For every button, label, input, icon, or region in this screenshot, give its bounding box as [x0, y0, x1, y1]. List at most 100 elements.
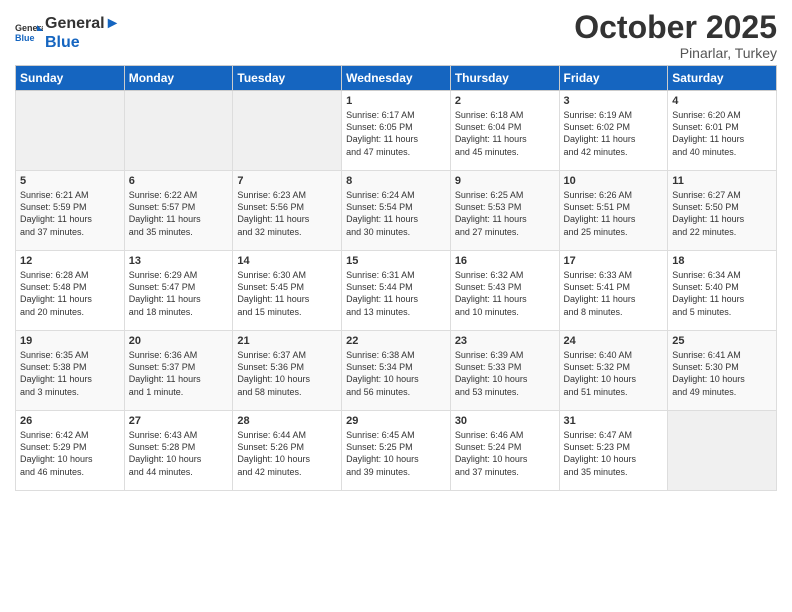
- calendar-cell-2-3: 15Sunrise: 6:31 AM Sunset: 5:44 PM Dayli…: [342, 251, 451, 331]
- calendar-cell-0-2: [233, 91, 342, 171]
- day-info: Sunrise: 6:46 AM Sunset: 5:24 PM Dayligh…: [455, 429, 555, 478]
- calendar-cell-1-1: 6Sunrise: 6:22 AM Sunset: 5:57 PM Daylig…: [124, 171, 233, 251]
- calendar-cell-4-6: [668, 411, 777, 491]
- calendar-cell-3-1: 20Sunrise: 6:36 AM Sunset: 5:37 PM Dayli…: [124, 331, 233, 411]
- calendar-cell-4-1: 27 Sunrise: 6:43 AM Sunset: 5:28 PM Dayli…: [124, 411, 233, 491]
- day-number: 9: [455, 175, 555, 187]
- calendar-cell-4-3: 29 Sunrise: 6:45 AM Sunset: 5:25 PM Dayli…: [342, 411, 451, 491]
- logo-icon: General Blue: [15, 19, 43, 47]
- day-number: 3: [564, 95, 664, 107]
- page-container: General Blue General► Blue October 2025 …: [0, 0, 792, 501]
- day-number: 7: [237, 175, 337, 187]
- svg-text:Blue: Blue: [15, 33, 35, 43]
- day-info: Sunrise: 6:34 AM Sunset: 5:40 PM Dayligh…: [672, 269, 772, 318]
- calendar-cell-0-1: [124, 91, 233, 171]
- day-info: Sunrise: 6:44 AM Sunset: 5:26 PM Dayligh…: [237, 429, 337, 478]
- header: General Blue General► Blue October 2025 …: [15, 10, 777, 61]
- day-info: Sunrise: 6:43 AM Sunset: 5:28 PM Dayligh…: [129, 429, 229, 478]
- day-number: 31: [564, 415, 664, 427]
- calendar-cell-4-5: 31 Sunrise: 6:47 AM Sunset: 5:23 PM Dayli…: [559, 411, 668, 491]
- day-number: 19: [20, 335, 120, 347]
- calendar-cell-1-0: 5Sunrise: 6:21 AM Sunset: 5:59 PM Daylig…: [16, 171, 125, 251]
- calendar-cell-1-6: 11 Sunrise: 6:27 AM Sunset: 5:50 PM Dayli…: [668, 171, 777, 251]
- logo-blue: ►: [105, 15, 121, 32]
- calendar-cell-4-0: 26 Sunrise: 6:42 AM Sunset: 5:29 PM Dayli…: [16, 411, 125, 491]
- day-number: 12: [20, 255, 120, 267]
- calendar-cell-1-2: 7 Sunrise: 6:23 AM Sunset: 5:56 PM Daylig…: [233, 171, 342, 251]
- col-tuesday: Tuesday: [233, 66, 342, 91]
- calendar-cell-0-3: 1Sunrise: 6:17 AM Sunset: 6:05 PM Daylig…: [342, 91, 451, 171]
- calendar-cell-1-5: 10 Sunrise: 6:26 AM Sunset: 5:51 PM Dayli…: [559, 171, 668, 251]
- day-info: Sunrise: 6:24 AM Sunset: 5:54 PM Dayligh…: [346, 189, 446, 238]
- calendar-header-row: Sunday Monday Tuesday Wednesday Thursday…: [16, 66, 777, 91]
- month-title: October 2025: [574, 10, 777, 45]
- day-info: Sunrise: 6:26 AM Sunset: 5:51 PM Dayligh…: [564, 189, 664, 238]
- logo-general: General►: [45, 14, 120, 33]
- day-number: 14: [237, 255, 337, 267]
- col-monday: Monday: [124, 66, 233, 91]
- day-number: 24: [564, 335, 664, 347]
- day-info: Sunrise: 6:21 AM Sunset: 5:59 PM Dayligh…: [20, 189, 120, 238]
- calendar-week-1: 1Sunrise: 6:17 AM Sunset: 6:05 PM Daylig…: [16, 91, 777, 171]
- col-sunday: Sunday: [16, 66, 125, 91]
- calendar-cell-4-2: 28 Sunrise: 6:44 AM Sunset: 5:26 PM Dayli…: [233, 411, 342, 491]
- day-info: Sunrise: 6:23 AM Sunset: 5:56 PM Dayligh…: [237, 189, 337, 238]
- logo-blue-text: Blue: [45, 33, 120, 52]
- day-number: 13: [129, 255, 229, 267]
- logo-text: General► Blue: [45, 14, 120, 52]
- calendar-week-5: 26 Sunrise: 6:42 AM Sunset: 5:29 PM Dayli…: [16, 411, 777, 491]
- day-number: 18: [672, 255, 772, 267]
- calendar-table: Sunday Monday Tuesday Wednesday Thursday…: [15, 65, 777, 491]
- calendar-cell-0-6: 4Sunrise: 6:20 AM Sunset: 6:01 PM Daylig…: [668, 91, 777, 171]
- day-number: 16: [455, 255, 555, 267]
- day-number: 29: [346, 415, 446, 427]
- calendar-cell-0-5: 3 Sunrise: 6:19 AM Sunset: 6:02 PM Daylig…: [559, 91, 668, 171]
- calendar-cell-1-3: 8 Sunrise: 6:24 AM Sunset: 5:54 PM Daylig…: [342, 171, 451, 251]
- calendar-cell-2-2: 14Sunrise: 6:30 AM Sunset: 5:45 PM Dayli…: [233, 251, 342, 331]
- day-info: Sunrise: 6:28 AM Sunset: 5:48 PM Dayligh…: [20, 269, 120, 318]
- day-info: Sunrise: 6:19 AM Sunset: 6:02 PM Dayligh…: [564, 109, 664, 158]
- day-number: 28: [237, 415, 337, 427]
- calendar-cell-3-6: 25Sunrise: 6:41 AM Sunset: 5:30 PM Dayli…: [668, 331, 777, 411]
- calendar-cell-4-4: 30 Sunrise: 6:46 AM Sunset: 5:24 PM Dayli…: [450, 411, 559, 491]
- calendar-cell-2-1: 13Sunrise: 6:29 AM Sunset: 5:47 PM Dayli…: [124, 251, 233, 331]
- day-number: 4: [672, 95, 772, 107]
- day-info: Sunrise: 6:33 AM Sunset: 5:41 PM Dayligh…: [564, 269, 664, 318]
- day-info: Sunrise: 6:41 AM Sunset: 5:30 PM Dayligh…: [672, 349, 772, 398]
- calendar-week-4: 19 Sunrise: 6:35 AM Sunset: 5:38 PM Dayli…: [16, 331, 777, 411]
- day-info: Sunrise: 6:36 AM Sunset: 5:37 PM Dayligh…: [129, 349, 229, 398]
- day-number: 10: [564, 175, 664, 187]
- day-number: 17: [564, 255, 664, 267]
- title-block: October 2025 Pinarlar, Turkey: [574, 10, 777, 61]
- day-info: Sunrise: 6:42 AM Sunset: 5:29 PM Dayligh…: [20, 429, 120, 478]
- calendar-cell-2-4: 16 Sunrise: 6:32 AM Sunset: 5:43 PM Dayli…: [450, 251, 559, 331]
- day-number: 27: [129, 415, 229, 427]
- day-number: 26: [20, 415, 120, 427]
- calendar-cell-2-6: 18 Sunrise: 6:34 AM Sunset: 5:40 PM Dayli…: [668, 251, 777, 331]
- day-info: Sunrise: 6:47 AM Sunset: 5:23 PM Dayligh…: [564, 429, 664, 478]
- day-number: 21: [237, 335, 337, 347]
- day-info: Sunrise: 6:27 AM Sunset: 5:50 PM Dayligh…: [672, 189, 772, 238]
- day-info: Sunrise: 6:32 AM Sunset: 5:43 PM Dayligh…: [455, 269, 555, 318]
- day-info: Sunrise: 6:35 AM Sunset: 5:38 PM Dayligh…: [20, 349, 120, 398]
- calendar-cell-2-5: 17 Sunrise: 6:33 AM Sunset: 5:41 PM Dayli…: [559, 251, 668, 331]
- calendar-cell-3-5: 24 Sunrise: 6:40 AM Sunset: 5:32 PM Dayli…: [559, 331, 668, 411]
- day-number: 30: [455, 415, 555, 427]
- day-info: Sunrise: 6:38 AM Sunset: 5:34 PM Dayligh…: [346, 349, 446, 398]
- day-info: Sunrise: 6:25 AM Sunset: 5:53 PM Dayligh…: [455, 189, 555, 238]
- day-info: Sunrise: 6:45 AM Sunset: 5:25 PM Dayligh…: [346, 429, 446, 478]
- day-number: 6: [129, 175, 229, 187]
- day-number: 8: [346, 175, 446, 187]
- day-number: 15: [346, 255, 446, 267]
- day-info: Sunrise: 6:17 AM Sunset: 6:05 PM Dayligh…: [346, 109, 446, 158]
- calendar-cell-3-3: 22Sunrise: 6:38 AM Sunset: 5:34 PM Dayli…: [342, 331, 451, 411]
- col-wednesday: Wednesday: [342, 66, 451, 91]
- col-thursday: Thursday: [450, 66, 559, 91]
- day-info: Sunrise: 6:40 AM Sunset: 5:32 PM Dayligh…: [564, 349, 664, 398]
- calendar-week-3: 12 Sunrise: 6:28 AM Sunset: 5:48 PM Dayli…: [16, 251, 777, 331]
- calendar-week-2: 5Sunrise: 6:21 AM Sunset: 5:59 PM Daylig…: [16, 171, 777, 251]
- logo: General Blue General► Blue: [15, 14, 120, 52]
- day-number: 2: [455, 95, 555, 107]
- col-saturday: Saturday: [668, 66, 777, 91]
- day-number: 11: [672, 175, 772, 187]
